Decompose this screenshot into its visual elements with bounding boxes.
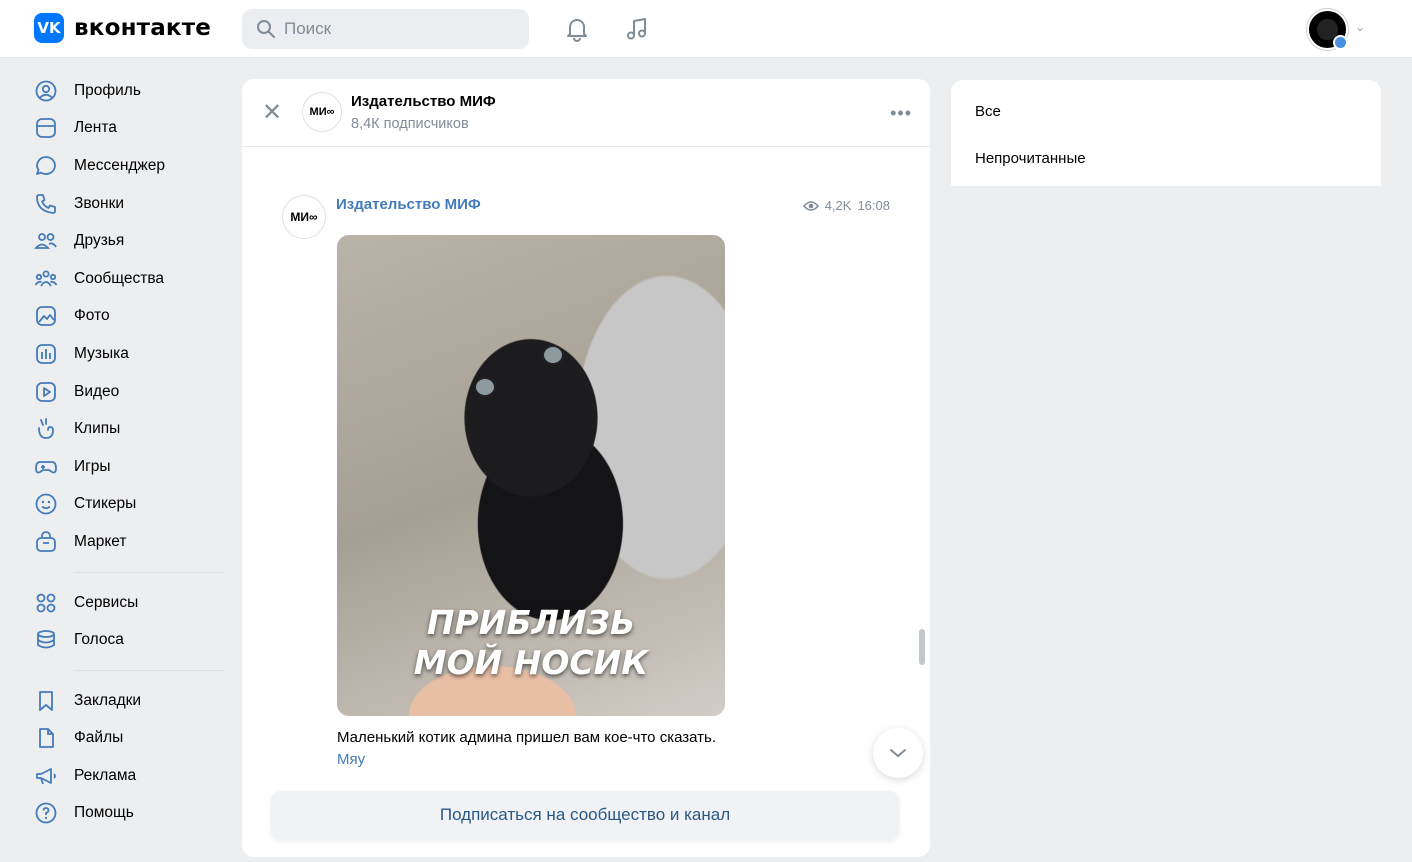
phone-icon [34,192,58,216]
feed-icon [34,116,58,140]
image-caption-line2: МОЙ НОСИК [413,643,649,682]
sidebar-item[interactable]: Игры [34,448,234,486]
friends-icon [34,229,58,253]
votes-icon [34,628,58,652]
search-placeholder: Поиск [284,19,332,38]
image-caption-line1: ПРИБЛИЗЬ [426,603,636,642]
photo-icon [34,304,58,328]
filter-unread[interactable]: Непрочитанные [975,150,1086,167]
sidebar-item[interactable]: Файлы [34,720,234,758]
sidebar-item[interactable]: Звонки [34,185,234,223]
sidebar-item-label: Видео [74,382,120,400]
channel-subscribers: 8,4К подписчиков [351,116,469,132]
help-icon [34,801,58,825]
user-avatar[interactable] [1307,9,1348,50]
music-icon [34,342,58,366]
messenger-icon [34,154,58,178]
sidebar-item-label: Сервисы [74,593,139,611]
channel-panel: ✕ МИ∞ Издательство МИФ 8,4К подписчиков … [242,79,930,857]
filter-all[interactable]: Все [975,103,1001,120]
stickers-icon [34,492,58,516]
files-icon [34,726,58,750]
sidebar-item-label: Игры [74,457,111,475]
channel-title[interactable]: Издательство МИФ [351,93,496,110]
sidebar-item-label: Закладки [74,691,142,709]
games-icon [34,455,58,479]
sidebar-item[interactable]: Закладки [34,682,234,720]
sidebar-item[interactable]: Клипы [34,410,234,448]
post-author[interactable]: Издательство МИФ [336,196,481,213]
post-image[interactable]: ПРИБЛИЗЬ МОЙ НОСИК [337,235,725,716]
chevron-down-icon[interactable]: ⌄ [1355,20,1365,34]
sidebar-item-label: Сообщества [74,269,165,287]
sidebar-item[interactable]: Стикеры [34,486,234,524]
sidebar-item[interactable]: Фото [34,298,234,336]
subscribe-button[interactable]: Подписаться на сообщество и канал [271,791,899,839]
sidebar-item-label: Файлы [74,729,124,747]
profile-icon [34,79,58,103]
cat-eye [542,345,564,365]
sidebar-item[interactable]: Голоса [34,621,234,659]
channel-header: ✕ МИ∞ Издательство МИФ 8,4К подписчиков … [242,79,930,147]
sidebar-item[interactable]: Мессенджер [34,147,234,185]
cat-eye [474,377,496,397]
sidebar-item-label: Реклама [74,766,137,784]
sidebar-item-label: Звонки [74,194,125,212]
channel-avatar[interactable]: МИ∞ [302,92,342,132]
logo-text: вконтакте [74,15,212,41]
post-time: 16:08 [857,198,890,213]
ads-icon [34,764,58,788]
sidebar-item[interactable]: Лента [34,110,234,148]
sidebar-divider [74,571,224,573]
sidebar-item[interactable]: Музыка [34,335,234,373]
market-icon [34,530,58,554]
post-more-link[interactable]: Мяу [337,751,365,768]
sidebar-item-label: Мессенджер [74,156,166,174]
chevron-down-icon [890,749,906,758]
video-icon [34,380,58,404]
post-author-avatar[interactable]: МИ∞ [282,195,326,239]
sidebar-item-label: Друзья [74,232,125,250]
sidebar-item-label: Помощь [74,804,134,822]
scrollbar[interactable] [919,629,925,665]
sidebar-divider [74,669,224,671]
post-views: 4,2K [824,198,852,213]
bookmarks-icon [34,689,58,713]
search-input[interactable]: Поиск [242,9,529,49]
sidebar-item-label: Голоса [74,631,124,649]
sidebar-item[interactable]: Профиль [34,72,234,110]
sidebar-item-label: Профиль [74,81,141,99]
sidebar-item-label: Музыка [74,344,129,362]
top-bar: VK вконтакте Поиск ⌄ [0,0,1412,58]
sidebar-item-label: Клипы [74,420,121,438]
bell-icon[interactable] [562,14,592,44]
eye-icon [802,200,819,211]
filter-panel: Все Непрочитанные [951,80,1381,186]
scroll-down-button[interactable] [873,728,923,778]
vk-logo[interactable]: VK вконтакте [34,13,211,43]
communities-icon [34,267,58,291]
close-icon[interactable]: ✕ [260,101,284,125]
sidebar-item[interactable]: Друзья [34,222,234,260]
sidebar-item[interactable]: Помощь [34,795,234,833]
music-note-icon[interactable] [622,14,652,44]
more-options-icon[interactable]: ••• [890,103,912,124]
services-icon [34,591,58,615]
sidebar-item-label: Фото [74,307,110,325]
sidebar-item-label: Маркет [74,532,127,550]
sidebar-item[interactable]: Маркет [34,523,234,561]
sidebar-item[interactable]: Реклама [34,757,234,795]
sidebar-item[interactable]: Сообщества [34,260,234,298]
post-body: Маленький котик админа пришел вам кое-чт… [337,729,716,746]
sidebar-item-label: Лента [74,119,117,137]
sidebar-item[interactable]: Видео [34,373,234,411]
search-icon [257,20,275,38]
post-meta: 4,2K 16:08 [802,198,890,213]
sidebar-item[interactable]: Сервисы [34,584,234,622]
sidebar: Профиль Лента Мессенджер Звонки Друзья Сообще… [34,72,234,832]
vk-logo-icon: VK [34,13,64,43]
sidebar-item-label: Стикеры [74,495,137,513]
clips-icon [34,417,58,441]
post-text: Маленький котик админа пришел вам кое-чт… [337,727,717,771]
